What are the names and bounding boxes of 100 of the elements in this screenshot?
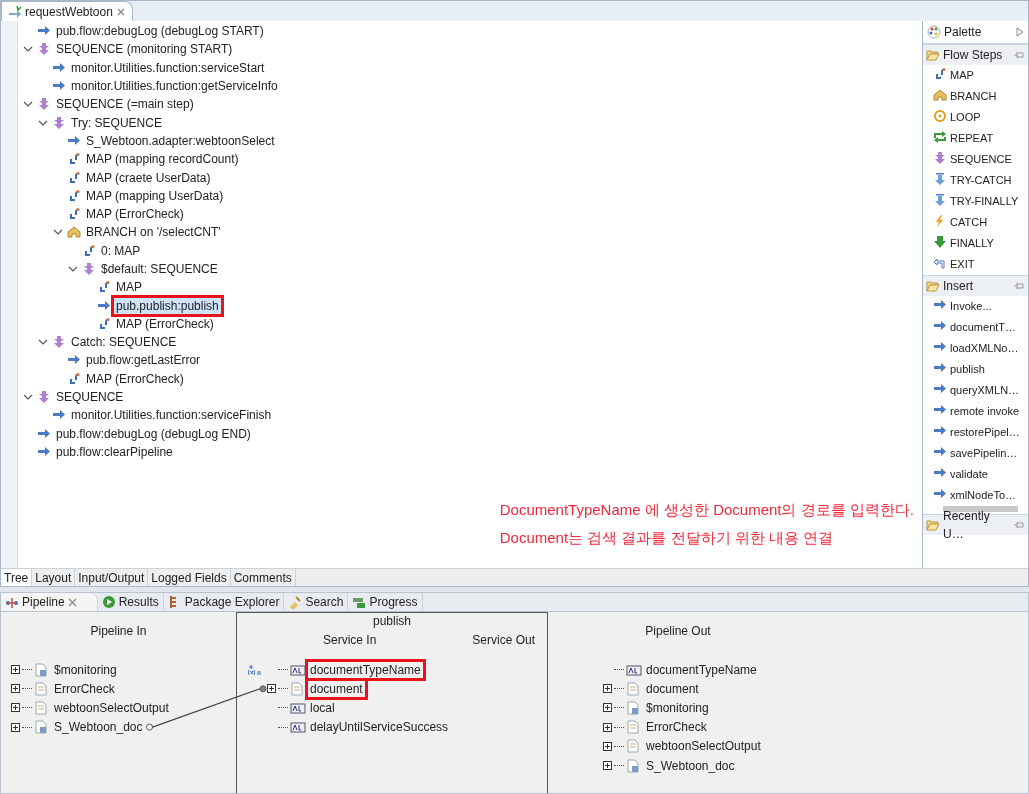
flow-service-icon bbox=[8, 5, 22, 20]
sequence-icon bbox=[933, 151, 947, 165]
tree-item[interactable]: MAP (mapping recordCount) bbox=[84, 151, 241, 168]
pipeline-field[interactable]: webtoonSelectOutput bbox=[52, 699, 171, 716]
tree-item[interactable]: MAP (craete UserData) bbox=[84, 169, 213, 186]
palette-item[interactable]: BRANCH bbox=[950, 88, 997, 105]
arrow-icon bbox=[67, 133, 81, 148]
tree-item[interactable]: MAP (ErrorCheck) bbox=[84, 370, 186, 387]
tree-item[interactable]: Try: SEQUENCE bbox=[69, 114, 164, 131]
view-tab[interactable]: Layout bbox=[32, 569, 76, 586]
arrow-icon bbox=[933, 319, 947, 333]
tree-item[interactable]: monitor.Utilities.function:serviceFinish bbox=[69, 407, 274, 424]
column-title: Service In bbox=[323, 632, 377, 649]
annotation-text: DocumentTypeName 에 생성한 Document의 경로를 입력한다. bbox=[499, 500, 914, 520]
close-icon bbox=[115, 7, 126, 18]
exit-icon bbox=[933, 256, 947, 270]
pipeline-field[interactable]: ErrorCheck bbox=[644, 719, 709, 736]
tree-item[interactable]: SEQUENCE (=main step) bbox=[54, 96, 196, 113]
expand-icon[interactable] bbox=[603, 722, 612, 732]
tree-item[interactable]: pub.publish:publish bbox=[114, 297, 221, 314]
pipeline-field[interactable]: $monitoring bbox=[52, 661, 119, 678]
editor-tab[interactable]: requestWebtoon bbox=[1, 1, 133, 21]
tree-item[interactable]: SEQUENCE (monitoring START) bbox=[54, 41, 235, 58]
string-icon bbox=[290, 720, 306, 735]
palette-section-header[interactable]: Recently U… bbox=[943, 507, 1010, 543]
view-tab[interactable]: Progress bbox=[348, 593, 423, 611]
palette-item[interactable]: queryXMLN… bbox=[950, 382, 1020, 399]
expand-icon[interactable] bbox=[603, 741, 612, 751]
view-tab[interactable]: Tree bbox=[1, 569, 33, 586]
tree-item[interactable]: $default: SEQUENCE bbox=[99, 261, 220, 277]
expand-icon[interactable] bbox=[11, 703, 20, 713]
palette-item[interactable]: publish bbox=[950, 361, 985, 378]
view-tab[interactable]: Package Explorer bbox=[163, 593, 285, 611]
palette-item[interactable]: restorePipel… bbox=[950, 424, 1020, 441]
branch-icon bbox=[933, 88, 947, 102]
pipeline-field[interactable]: documentTypeName bbox=[644, 661, 759, 678]
map-icon bbox=[82, 243, 96, 258]
pipeline-field[interactable]: S_Webtoon_doc bbox=[644, 757, 737, 774]
pipeline-field[interactable]: document bbox=[644, 680, 701, 697]
down-arrow-icon bbox=[933, 235, 947, 249]
view-tab[interactable]: Search bbox=[284, 593, 349, 611]
pipeline-field[interactable]: S_Webtoon_doc bbox=[52, 719, 145, 736]
tree-item[interactable]: SEQUENCE bbox=[54, 389, 126, 406]
document-icon bbox=[34, 681, 50, 696]
view-tab[interactable]: Logged Fields bbox=[148, 569, 231, 586]
pipeline-field[interactable]: local bbox=[308, 699, 337, 716]
tree-item[interactable]: pub.flow:getLastError bbox=[84, 352, 203, 369]
pipeline-field[interactable]: webtoonSelectOutput bbox=[644, 738, 763, 755]
palette-item[interactable]: MAP bbox=[950, 67, 974, 84]
sequence-icon bbox=[52, 335, 66, 350]
palette-item[interactable]: validate bbox=[950, 466, 988, 483]
palette-item[interactable]: loadXMLNo… bbox=[950, 340, 1019, 357]
view-tab[interactable]: Pipeline bbox=[1, 593, 98, 611]
palette-item[interactable]: xmlNodeTo… bbox=[950, 487, 1017, 504]
palette-item[interactable]: Invoke... bbox=[950, 298, 992, 315]
expand-icon[interactable] bbox=[11, 722, 20, 732]
tree-item[interactable]: pub.flow:clearPipeline bbox=[54, 443, 175, 460]
palette-item[interactable]: savePipelin… bbox=[950, 445, 1018, 462]
tree-item[interactable]: MAP (mapping UserData) bbox=[84, 187, 226, 204]
palette-item[interactable]: FINALLY bbox=[950, 235, 994, 252]
expand-icon[interactable] bbox=[603, 703, 612, 713]
tree-item[interactable]: MAP bbox=[114, 279, 144, 296]
map-icon bbox=[67, 207, 81, 222]
pipeline-field[interactable]: $monitoring bbox=[644, 699, 711, 716]
expand-icon[interactable] bbox=[603, 684, 612, 694]
pipeline-field[interactable]: documentTypeName bbox=[308, 661, 423, 678]
palette-item[interactable]: documentT… bbox=[950, 319, 1017, 336]
pipeline-field[interactable]: delayUntilServiceSuccess bbox=[308, 719, 451, 736]
tree-item[interactable]: 0: MAP bbox=[99, 242, 143, 259]
tree-item[interactable]: S_Webtoon.adapter:webtoonSelect bbox=[84, 132, 277, 149]
tree-item[interactable]: pub.flow:debugLog (debugLog START) bbox=[54, 23, 266, 40]
scrollbar[interactable] bbox=[943, 506, 1018, 512]
palette-item[interactable]: LOOP bbox=[950, 109, 981, 126]
tree-item[interactable]: BRANCH on '/selectCNT' bbox=[84, 224, 223, 241]
expand-icon[interactable] bbox=[11, 684, 20, 694]
palette-item[interactable]: TRY-FINALLY bbox=[950, 193, 1019, 210]
palette-item[interactable]: REPEAT bbox=[950, 130, 994, 147]
palette-item[interactable]: TRY-CATCH bbox=[950, 172, 1012, 189]
tree-item[interactable]: MAP (ErrorCheck) bbox=[84, 206, 186, 223]
pipeline-icon bbox=[5, 595, 19, 609]
expand-icon[interactable] bbox=[267, 684, 276, 694]
palette-item[interactable]: remote invoke bbox=[950, 403, 1020, 420]
tree-item[interactable]: MAP (ErrorCheck) bbox=[114, 315, 216, 332]
pipeline-field[interactable]: document bbox=[308, 680, 365, 697]
view-tab[interactable]: Results bbox=[97, 593, 164, 611]
tree-item[interactable]: monitor.Utilities.function:getServiceInfo bbox=[69, 78, 280, 95]
arrow-icon bbox=[933, 445, 947, 459]
tree-item[interactable]: pub.flow:debugLog (debugLog END) bbox=[54, 425, 253, 442]
arrow-icon bbox=[933, 487, 947, 501]
palette-item[interactable]: SEQUENCE bbox=[950, 151, 1012, 168]
map-icon bbox=[933, 67, 947, 81]
tree-item[interactable]: monitor.Utilities.function:serviceStart bbox=[69, 59, 267, 76]
view-tab[interactable]: Input/Output bbox=[75, 569, 149, 586]
tree-item[interactable]: Catch: SEQUENCE bbox=[69, 334, 179, 351]
palette-item[interactable]: CATCH bbox=[950, 214, 988, 231]
palette-item[interactable]: EXIT bbox=[950, 256, 975, 273]
pipeline-field[interactable]: ErrorCheck bbox=[52, 680, 117, 697]
expand-icon[interactable] bbox=[11, 665, 20, 675]
expand-icon[interactable] bbox=[603, 761, 612, 771]
view-tab[interactable]: Comments bbox=[230, 569, 296, 586]
